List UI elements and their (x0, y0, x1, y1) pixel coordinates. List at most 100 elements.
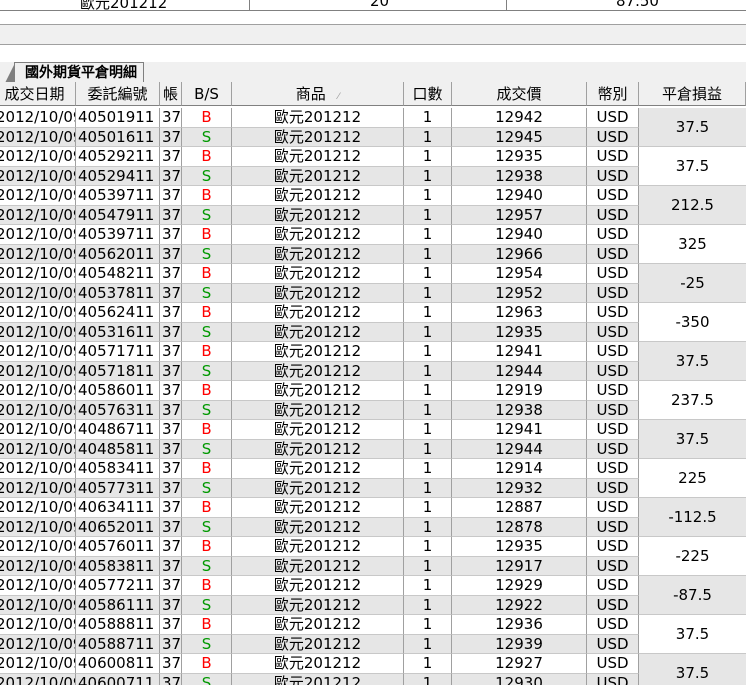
cell-date[interactable]: 2012/10/09 (0, 517, 76, 537)
cell-bs[interactable]: S (182, 634, 232, 654)
cell-order-no[interactable]: 40583411 (76, 459, 160, 479)
cell-account[interactable]: 37: (160, 205, 182, 225)
cell-date[interactable]: 2012/10/09 (0, 322, 76, 342)
cell-price[interactable]: 12940 (452, 186, 587, 206)
cell-bs[interactable]: B (182, 459, 232, 479)
cell-qty[interactable]: 1 (404, 225, 452, 245)
cell-currency[interactable]: USD (587, 420, 639, 440)
cell-currency[interactable]: USD (587, 225, 639, 245)
cell-pnl[interactable]: 37.5 (639, 342, 746, 381)
column-header-product[interactable]: 商品 ⁄ (232, 82, 404, 106)
cell-pnl[interactable]: -25 (639, 264, 746, 303)
cell-account[interactable]: 37: (160, 166, 182, 186)
cell-product[interactable]: 歐元201212 (232, 303, 404, 323)
cell-qty[interactable]: 1 (404, 361, 452, 381)
cell-order-no[interactable]: 40576011 (76, 537, 160, 557)
cell-currency[interactable]: USD (587, 264, 639, 284)
cell-price[interactable]: 12952 (452, 283, 587, 303)
cell-date[interactable]: 2012/10/09 (0, 576, 76, 596)
cell-product[interactable]: 歐元201212 (232, 108, 404, 128)
cell-order-no[interactable]: 40531611 (76, 322, 160, 342)
cell-product[interactable]: 歐元201212 (232, 147, 404, 167)
cell-price[interactable]: 12935 (452, 147, 587, 167)
cell-date[interactable]: 2012/10/09 (0, 225, 76, 245)
cell-price[interactable]: 12919 (452, 381, 587, 401)
cell-order-no[interactable]: 40562011 (76, 244, 160, 264)
cell-account[interactable]: 37: (160, 361, 182, 381)
cell-currency[interactable]: USD (587, 400, 639, 420)
cell-price[interactable]: 12944 (452, 439, 587, 459)
cell-currency[interactable]: USD (587, 439, 639, 459)
cell-account[interactable]: 37: (160, 673, 182, 685)
column-header-order-no[interactable]: 委託編號 (76, 82, 160, 106)
cell-date[interactable]: 2012/10/09 (0, 537, 76, 557)
cell-date[interactable]: 2012/10/09 (0, 478, 76, 498)
cell-currency[interactable]: USD (587, 186, 639, 206)
cell-date[interactable]: 2012/10/09 (0, 381, 76, 401)
cell-order-no[interactable]: 40501611 (76, 127, 160, 147)
cell-product[interactable]: 歐元201212 (232, 420, 404, 440)
cell-price[interactable]: 12966 (452, 244, 587, 264)
cell-order-no[interactable]: 40529211 (76, 147, 160, 167)
cell-account[interactable]: 37: (160, 439, 182, 459)
cell-product[interactable]: 歐元201212 (232, 244, 404, 264)
cell-order-no[interactable]: 40600711 (76, 673, 160, 685)
cell-currency[interactable]: USD (587, 166, 639, 186)
cell-date[interactable]: 2012/10/09 (0, 361, 76, 381)
cell-currency[interactable]: USD (587, 381, 639, 401)
cell-qty[interactable]: 1 (404, 595, 452, 615)
cell-currency[interactable]: USD (587, 576, 639, 596)
cell-date[interactable]: 2012/10/09 (0, 673, 76, 685)
cell-date[interactable]: 2012/10/09 (0, 595, 76, 615)
cell-price[interactable]: 12942 (452, 108, 587, 128)
cell-qty[interactable]: 1 (404, 108, 452, 128)
cell-date[interactable]: 2012/10/09 (0, 342, 76, 362)
cell-order-no[interactable]: 40539711 (76, 186, 160, 206)
cell-account[interactable]: 37: (160, 576, 182, 596)
cell-price[interactable]: 12929 (452, 576, 587, 596)
cell-price[interactable]: 12941 (452, 342, 587, 362)
cell-bs[interactable]: S (182, 322, 232, 342)
cell-currency[interactable]: USD (587, 147, 639, 167)
cell-bs[interactable]: S (182, 556, 232, 576)
cell-bs[interactable]: B (182, 147, 232, 167)
cell-bs[interactable]: B (182, 108, 232, 128)
cell-product[interactable]: 歐元201212 (232, 478, 404, 498)
cell-bs[interactable]: S (182, 127, 232, 147)
cell-currency[interactable]: USD (587, 634, 639, 654)
cell-order-no[interactable]: 40548211 (76, 264, 160, 284)
cell-order-no[interactable]: 40586011 (76, 381, 160, 401)
cell-product[interactable]: 歐元201212 (232, 264, 404, 284)
cell-pnl[interactable]: -112.5 (639, 498, 746, 537)
cell-bs[interactable]: B (182, 342, 232, 362)
cell-bs[interactable]: S (182, 205, 232, 225)
cell-account[interactable]: 37: (160, 517, 182, 537)
cell-qty[interactable]: 1 (404, 127, 452, 147)
column-header-qty[interactable]: 口數 (404, 82, 452, 106)
cell-price[interactable]: 12887 (452, 498, 587, 518)
cell-account[interactable]: 37: (160, 108, 182, 128)
cell-price[interactable]: 12939 (452, 634, 587, 654)
cell-account[interactable]: 37: (160, 303, 182, 323)
cell-price[interactable]: 12938 (452, 400, 587, 420)
cell-qty[interactable]: 1 (404, 303, 452, 323)
cell-date[interactable]: 2012/10/09 (0, 127, 76, 147)
cell-bs[interactable]: S (182, 517, 232, 537)
cell-qty[interactable]: 1 (404, 244, 452, 264)
cell-order-no[interactable]: 40571711 (76, 342, 160, 362)
cell-price[interactable]: 12945 (452, 127, 587, 147)
cell-currency[interactable]: USD (587, 595, 639, 615)
cell-currency[interactable]: USD (587, 459, 639, 479)
cell-product[interactable]: 歐元201212 (232, 517, 404, 537)
cell-date[interactable]: 2012/10/09 (0, 615, 76, 635)
cell-qty[interactable]: 1 (404, 654, 452, 674)
cell-bs[interactable]: S (182, 478, 232, 498)
cell-qty[interactable]: 1 (404, 322, 452, 342)
cell-account[interactable]: 37: (160, 595, 182, 615)
cell-account[interactable]: 37: (160, 244, 182, 264)
column-header-currency[interactable]: 幣別 (587, 82, 639, 106)
cell-order-no[interactable]: 40485811 (76, 439, 160, 459)
cell-currency[interactable]: USD (587, 342, 639, 362)
cell-date[interactable]: 2012/10/09 (0, 283, 76, 303)
cell-bs[interactable]: S (182, 166, 232, 186)
